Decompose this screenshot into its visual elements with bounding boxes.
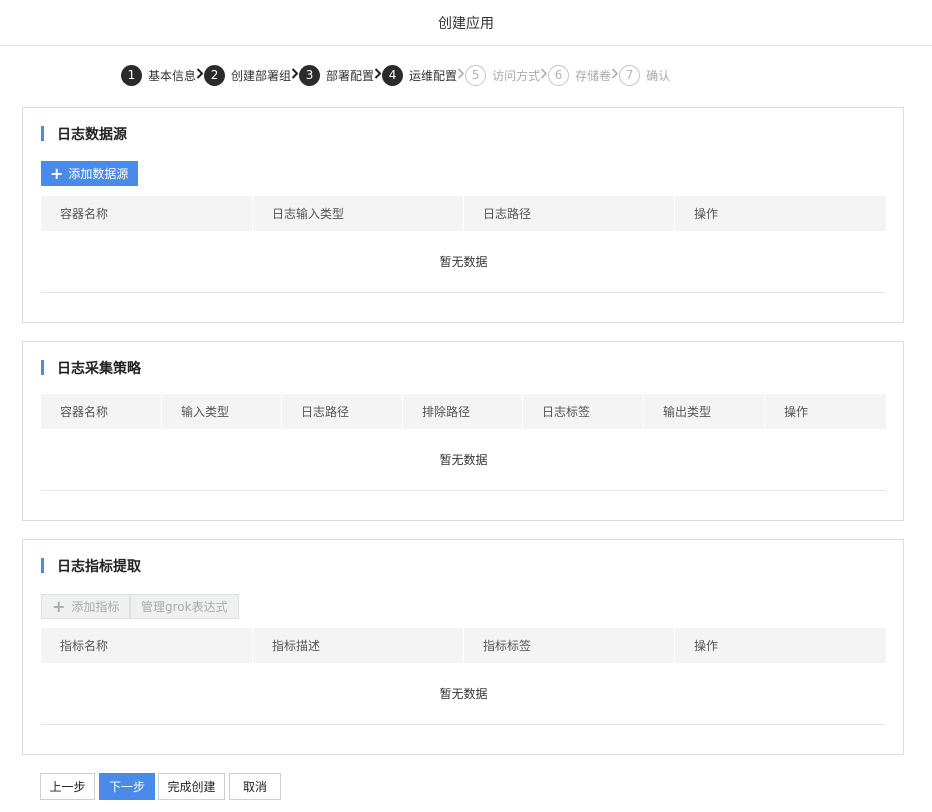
log-policy-table: 容器名称 输入类型 日志路径 排除路径 日志标签 输出类型 操作 暂无数据 — [41, 394, 886, 491]
empty-state: 暂无数据 — [41, 231, 886, 293]
manage-grok-label: 管理grok表达式 — [141, 600, 228, 614]
chevron-right-icon — [611, 68, 619, 82]
step-label: 创建部署组 — [231, 68, 292, 83]
step-number: 2 — [204, 64, 226, 86]
column-header: 排除路径 — [403, 394, 523, 429]
step-6: 6 存储卷 — [548, 64, 611, 86]
log-policy-title: 日志采集策略 — [57, 360, 141, 377]
log-source-panel: 日志数据源 + 添加数据源 容器名称 日志输入类型 日志路径 操作 暂无数据 — [22, 107, 904, 323]
log-source-table: 容器名称 日志输入类型 日志路径 操作 暂无数据 — [41, 196, 886, 293]
step-label: 部署配置 — [326, 68, 375, 83]
log-source-title: 日志数据源 — [57, 126, 127, 143]
column-header: 指标描述 — [253, 628, 464, 663]
section-title: 日志指标提取 — [41, 558, 141, 575]
table-header: 容器名称 输入类型 日志路径 排除路径 日志标签 输出类型 操作 — [41, 394, 886, 429]
step-label: 确认 — [646, 68, 671, 83]
column-header: 指标标签 — [464, 628, 675, 663]
step-7: 7 确认 — [619, 64, 670, 86]
column-header: 日志路径 — [464, 196, 675, 231]
chevron-right-icon — [457, 68, 465, 82]
step-number: 1 — [121, 64, 142, 86]
chevron-right-icon — [291, 68, 299, 82]
column-header: 输入类型 — [162, 394, 282, 429]
step-number: 6 — [548, 64, 570, 86]
log-metric-title: 日志指标提取 — [57, 558, 141, 575]
next-button[interactable]: 下一步 — [99, 773, 155, 800]
column-header: 操作 — [694, 207, 719, 221]
log-metric-table: 指标名称 指标描述 指标标签 操作 暂无数据 — [41, 628, 886, 725]
column-header: 操作 — [784, 405, 809, 419]
add-metric-button[interactable]: + 添加指标 — [41, 594, 131, 619]
column-header: 容器名称 — [41, 394, 162, 429]
column-header: 日志标签 — [523, 394, 644, 429]
column-header: 操作 — [694, 639, 719, 653]
page-title: 创建应用 — [438, 15, 494, 32]
step-number: 7 — [619, 64, 641, 86]
empty-state: 暂无数据 — [41, 429, 886, 491]
add-metric-label: 添加指标 — [71, 600, 120, 614]
add-source-label: 添加数据源 — [68, 167, 129, 181]
log-policy-panel: 日志采集策略 容器名称 输入类型 日志路径 排除路径 日志标签 输出类型 操作 … — [22, 341, 904, 521]
log-metric-panel: 日志指标提取 + 添加指标 管理grok表达式 指标名称 指标描述 指标标签 操… — [22, 539, 904, 755]
plus-icon: + — [52, 596, 66, 616]
step-number: 4 — [382, 64, 404, 86]
step-5: 5 访问方式 — [465, 64, 540, 86]
manage-grok-button[interactable]: 管理grok表达式 — [130, 594, 239, 619]
column-header: 容器名称 — [41, 196, 253, 231]
prev-button[interactable]: 上一步 — [40, 773, 95, 800]
step-4: 4 运维配置 — [382, 64, 457, 86]
column-header: 输出类型 — [644, 394, 765, 429]
cancel-button[interactable]: 取消 — [229, 773, 281, 800]
step-number: 5 — [465, 64, 487, 86]
step-label: 存储卷 — [575, 68, 612, 83]
column-header: 日志输入类型 — [253, 196, 464, 231]
chevron-right-icon — [374, 68, 382, 82]
page-header: 创建应用 — [0, 0, 932, 46]
table-header: 容器名称 日志输入类型 日志路径 操作 — [41, 196, 886, 231]
wizard-steps: 1 基本信息 2 创建部署组 3 部署配置 4 运维配置 5 访问方式 6 存储… — [121, 64, 670, 86]
add-source-button[interactable]: + 添加数据源 — [41, 161, 139, 186]
chevron-right-icon — [540, 68, 548, 82]
section-accent-bar — [41, 558, 44, 573]
step-label: 运维配置 — [409, 68, 458, 83]
plus-icon: + — [50, 163, 64, 183]
step-1: 1 基本信息 — [121, 64, 196, 86]
step-label: 访问方式 — [492, 68, 541, 83]
chevron-right-icon — [196, 68, 204, 82]
step-2: 2 创建部署组 — [204, 64, 291, 86]
empty-state: 暂无数据 — [41, 663, 886, 725]
column-header: 日志路径 — [282, 394, 403, 429]
step-number: 3 — [299, 64, 321, 86]
column-header: 指标名称 — [41, 628, 253, 663]
step-3: 3 部署配置 — [299, 64, 374, 86]
finish-button[interactable]: 完成创建 — [158, 773, 225, 800]
table-header: 指标名称 指标描述 指标标签 操作 — [41, 628, 886, 663]
section-accent-bar — [41, 360, 44, 375]
step-label: 基本信息 — [148, 68, 197, 83]
section-title: 日志数据源 — [41, 126, 127, 143]
section-title: 日志采集策略 — [41, 360, 141, 377]
section-accent-bar — [41, 126, 44, 141]
